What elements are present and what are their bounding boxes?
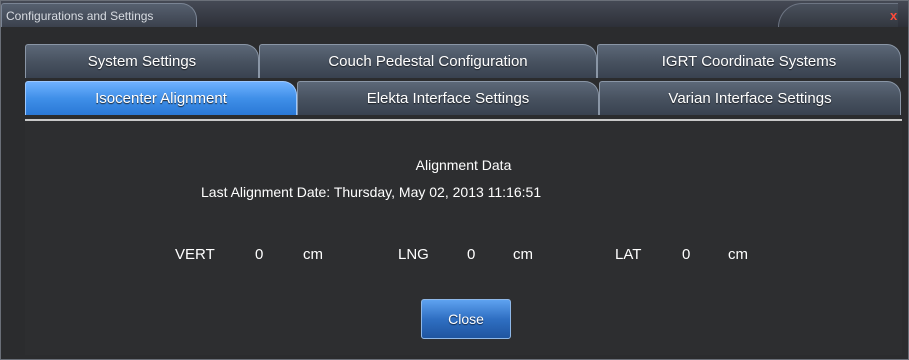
settings-tabs: System Settings Couch Pedestal Configura… (25, 44, 901, 120)
title-tab: Configurations and Settings (1, 3, 197, 27)
close-button[interactable]: Close (421, 299, 511, 339)
title-control-area: x (778, 3, 898, 27)
title-bar[interactable]: Configurations and Settings x (1, 1, 908, 27)
lat-unit: cm (728, 246, 748, 263)
vert-label: VERT (175, 246, 215, 263)
configurations-window: Configurations and Settings x System Set… (0, 0, 909, 360)
tab-isocenter-alignment[interactable]: Isocenter Alignment (25, 81, 297, 115)
tab-system-settings[interactable]: System Settings (25, 44, 259, 78)
lat-value: 0 (682, 246, 691, 263)
tab-couch-pedestal-configuration[interactable]: Couch Pedestal Configuration (259, 44, 597, 78)
window-title: Configurations and Settings (6, 9, 154, 23)
last-alignment-row: Last Alignment Date: Thursday, May 02, 2… (201, 184, 541, 200)
tab-elekta-interface-settings[interactable]: Elekta Interface Settings (297, 81, 599, 115)
tab-igrt-coordinate-systems[interactable]: IGRT Coordinate Systems (597, 44, 901, 78)
tab-varian-interface-settings[interactable]: Varian Interface Settings (599, 81, 901, 115)
last-alignment-label: Last Alignment Date: (201, 184, 331, 200)
lat-label: LAT (615, 246, 642, 263)
lng-value: 0 (467, 246, 476, 263)
close-window-icon[interactable]: x (890, 8, 902, 24)
vert-unit: cm (303, 246, 323, 263)
last-alignment-value: Thursday, May 02, 2013 11:16:51 (333, 184, 542, 200)
alignment-heading: Alignment Data (415, 157, 512, 173)
lng-label: LNG (398, 246, 429, 263)
alignment-panel: Alignment Data Last Alignment Date: Thur… (25, 119, 902, 355)
vert-value: 0 (255, 246, 264, 263)
lng-unit: cm (513, 246, 533, 263)
